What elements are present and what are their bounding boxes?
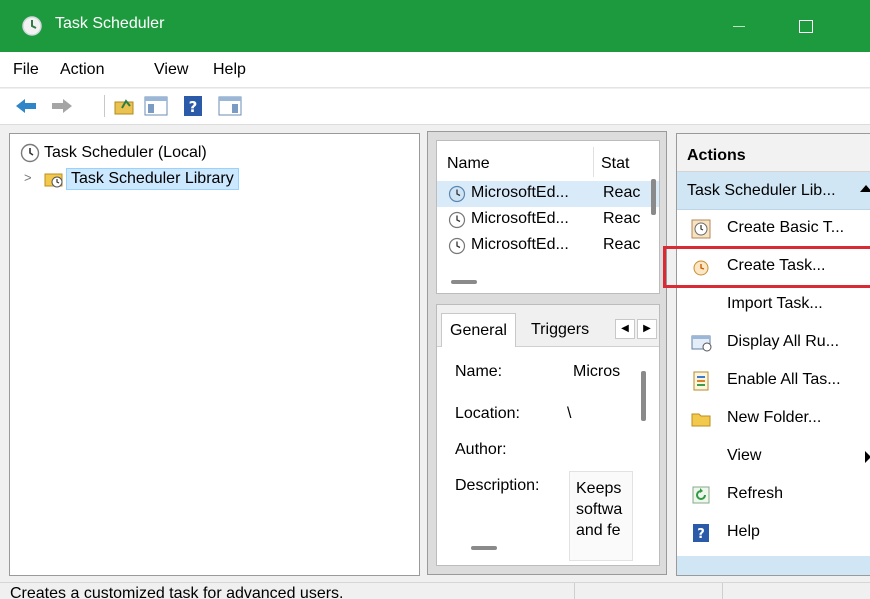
action-label: Display All Ru...: [727, 333, 840, 350]
window-title: Task Scheduler: [55, 15, 165, 32]
description-value: Keeps softwa and fe: [576, 480, 623, 539]
action-label: View: [727, 447, 762, 464]
table-row[interactable]: MicrosoftEd... Reac: [437, 207, 659, 233]
center-pane: Name Stat MicrosoftEd... Reac MicrosoftE…: [427, 131, 667, 575]
details-horizontal-scrollbar[interactable]: [471, 546, 497, 550]
task-list-horizontal-scrollbar[interactable]: [451, 280, 477, 284]
action-help[interactable]: ? Help: [677, 514, 870, 552]
task-name: MicrosoftEd...: [471, 210, 569, 227]
actions-section-header[interactable]: Task Scheduler Lib...: [677, 172, 870, 210]
task-clock-icon: [448, 185, 466, 203]
column-header-name[interactable]: Name: [447, 155, 490, 173]
help-icon: ?: [693, 524, 709, 542]
actions-header: Actions: [677, 134, 870, 172]
console-tree-pane: Task Scheduler (Local) > Task Scheduler …: [9, 133, 420, 576]
action-display-all-running[interactable]: Display All Ru...: [677, 324, 870, 362]
column-header-status[interactable]: Stat: [601, 155, 629, 173]
display-running-tasks-icon: [691, 335, 712, 352]
actions-section-footer: [677, 556, 870, 575]
task-list-header: Name Stat: [437, 141, 659, 181]
task-name: MicrosoftEd...: [471, 184, 569, 201]
minimize-button[interactable]: [722, 11, 758, 41]
action-label: Refresh: [727, 485, 784, 502]
task-status: Reac: [603, 184, 641, 201]
actions-pane: Actions Task Scheduler Lib... Create Bas…: [676, 133, 870, 576]
create-task-highlight: [663, 246, 870, 288]
action-new-folder[interactable]: New Folder...: [677, 400, 870, 438]
action-label: Help: [727, 523, 760, 540]
action-label: Import Task...: [727, 295, 823, 312]
task-list: Name Stat MicrosoftEd... Reac MicrosoftE…: [436, 140, 660, 294]
name-label: Name:: [455, 363, 503, 380]
clock-icon: [20, 143, 40, 163]
tree-root-label: Task Scheduler (Local): [44, 144, 207, 161]
toolbar: ?: [0, 89, 870, 125]
actions-section-label: Task Scheduler Lib...: [687, 182, 836, 199]
task-clock-icon: [448, 237, 466, 255]
toolbar-separator: [104, 95, 105, 117]
status-bar: Creates a customized task for advanced u…: [0, 582, 870, 599]
task-details-panel: General Triggers ◀ ▶ Name: Micros Locati…: [436, 304, 660, 566]
chevron-right-icon[interactable]: >: [24, 170, 32, 185]
task-name: MicrosoftEd...: [471, 236, 569, 253]
forward-arrow-icon[interactable]: [50, 95, 74, 117]
column-divider[interactable]: [593, 147, 594, 177]
location-value: \: [567, 405, 572, 422]
description-box: Keeps softwa and fe: [569, 471, 633, 561]
status-divider: [574, 583, 575, 599]
svg-text:?: ?: [697, 527, 705, 542]
action-label: New Folder...: [727, 409, 822, 426]
action-label: Create Basic T...: [727, 219, 845, 236]
menu-help[interactable]: Help: [213, 61, 246, 79]
description-label: Description:: [455, 477, 540, 494]
svg-text:?: ?: [189, 98, 198, 116]
task-list-vertical-scrollbar[interactable]: [651, 179, 656, 215]
location-label: Location:: [455, 405, 520, 422]
show-hide-console-tree-icon[interactable]: [144, 95, 168, 117]
details-vertical-scrollbar[interactable]: [641, 371, 646, 421]
action-refresh[interactable]: Refresh: [677, 476, 870, 514]
menu-file[interactable]: File: [13, 61, 39, 79]
table-row[interactable]: MicrosoftEd... Reac: [437, 233, 659, 259]
maximize-button[interactable]: [788, 11, 824, 41]
action-create-basic-task[interactable]: Create Basic T...: [677, 210, 870, 248]
tab-triggers[interactable]: Triggers: [531, 321, 589, 339]
details-tab-strip: General Triggers ◀ ▶: [437, 305, 659, 347]
refresh-icon: [692, 486, 710, 504]
author-label: Author:: [455, 441, 507, 458]
task-status: Reac: [603, 210, 641, 227]
action-import-task[interactable]: Import Task...: [677, 286, 870, 324]
show-hide-action-pane-icon[interactable]: [218, 95, 242, 117]
submenu-arrow-icon: [865, 451, 870, 463]
tab-scroll-left-icon[interactable]: ◀: [615, 319, 635, 339]
actions-title: Actions: [687, 147, 746, 164]
task-status: Reac: [603, 236, 641, 253]
menu-bar: File Action View Help: [0, 52, 870, 88]
folder-clock-icon: [44, 173, 63, 188]
help-icon[interactable]: ?: [182, 95, 204, 117]
action-label: Enable All Tas...: [727, 371, 841, 388]
name-value: Micros: [573, 363, 621, 380]
menu-view[interactable]: View: [154, 61, 188, 79]
task-scheduler-app-icon: [22, 16, 42, 36]
create-basic-task-icon: [691, 219, 711, 239]
title-bar: Task Scheduler: [0, 0, 870, 52]
status-text: Creates a customized task for advanced u…: [10, 585, 344, 599]
table-row[interactable]: MicrosoftEd... Reac: [437, 181, 659, 207]
tab-scroll-right-icon[interactable]: ▶: [637, 319, 657, 339]
action-enable-all-history[interactable]: Enable All Tas...: [677, 362, 870, 400]
back-arrow-icon[interactable]: [14, 95, 38, 117]
action-view[interactable]: View: [677, 438, 870, 476]
task-clock-icon: [448, 211, 466, 229]
tree-library-label: Task Scheduler Library: [66, 168, 239, 190]
up-folder-icon[interactable]: [113, 95, 135, 117]
tab-general[interactable]: General: [441, 313, 516, 347]
new-folder-icon: [691, 413, 711, 427]
menu-action[interactable]: Action: [60, 61, 104, 79]
collapse-triangle-icon[interactable]: [860, 185, 870, 192]
enable-history-icon: [693, 371, 709, 391]
status-divider: [722, 583, 723, 599]
